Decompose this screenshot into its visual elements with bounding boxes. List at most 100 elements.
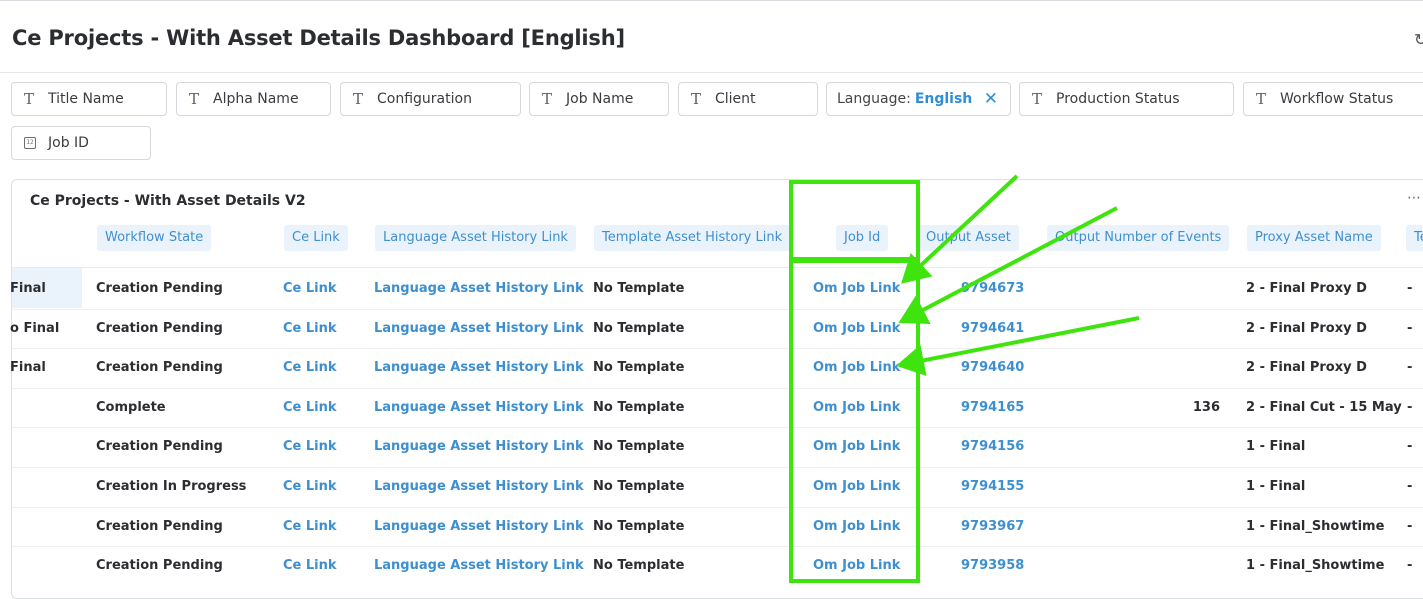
cell-partial: - xyxy=(1407,360,1413,375)
cell-template-asset-history-link: No Template xyxy=(593,281,685,296)
filter-job-id[interactable]: 12 Job ID xyxy=(11,126,151,160)
cell-partial: - xyxy=(1407,439,1413,454)
cell-workflow-state: Creation Pending xyxy=(96,519,223,534)
cell-ce-link[interactable]: Ce Link xyxy=(283,321,337,337)
column-header-workflow-state[interactable]: Workflow State xyxy=(97,225,212,251)
filter-label: Production Status xyxy=(1056,91,1180,107)
clear-filter-icon[interactable]: ✕ xyxy=(984,89,998,109)
cell-partial: - xyxy=(1407,281,1413,296)
cell-partial: - xyxy=(1407,400,1413,415)
more-options-icon[interactable]: ⋯ xyxy=(1407,190,1422,206)
cell-language-asset-history-link[interactable]: Language Asset History Link xyxy=(374,519,584,535)
cell-language-asset-history-link[interactable]: Language Asset History Link xyxy=(374,360,584,376)
cell-language-asset-history-link[interactable]: Language Asset History Link xyxy=(374,479,584,495)
cell-partial: - xyxy=(1407,321,1413,336)
row-divider xyxy=(12,309,1423,310)
column-header-proxy-asset-name[interactable]: Proxy Asset Name xyxy=(1247,225,1381,251)
text-type-icon: T xyxy=(188,90,199,108)
column-header-language-asset-history-link[interactable]: Language Asset History Link xyxy=(375,225,576,251)
cell-template-asset-history-link: No Template xyxy=(593,439,685,454)
share-icon[interactable]: ↻ xyxy=(1414,30,1423,49)
top-border xyxy=(0,0,1423,1)
cell-workflow-state: Creation Pending xyxy=(96,281,223,296)
filter-label: Job ID xyxy=(48,135,89,151)
column-header-partial[interactable]: Te xyxy=(1406,225,1423,251)
cell-template-asset-history-link: No Template xyxy=(593,479,685,494)
cell-ce-link[interactable]: Ce Link xyxy=(283,360,337,376)
cell-workflow-state: Creation Pending xyxy=(96,439,223,454)
cell-workflow-state: Creation Pending xyxy=(96,558,223,573)
filter-configuration[interactable]: T Configuration xyxy=(340,82,521,116)
cell-output-asset[interactable]: 9794673 xyxy=(961,281,1024,297)
filter-label: Alpha Name xyxy=(213,91,299,107)
filter-workflow-status[interactable]: T Workflow Status xyxy=(1243,82,1423,116)
cell-ce-link[interactable]: Ce Link xyxy=(283,479,337,495)
cell-language-asset-history-link[interactable]: Language Asset History Link xyxy=(374,321,584,337)
cell-output-asset[interactable]: 9794156 xyxy=(961,439,1024,455)
row-divider xyxy=(12,388,1423,389)
filter-alpha-name[interactable]: T Alpha Name xyxy=(176,82,331,116)
highlight-box-header xyxy=(789,180,920,261)
cell-output-asset[interactable]: 9794640 xyxy=(961,360,1024,376)
column-header-output-asset[interactable]: Output Asset xyxy=(918,225,1019,251)
cell-proxy-asset-name: 1 - Final_Showtime xyxy=(1246,519,1385,534)
cell-ce-link[interactable]: Ce Link xyxy=(283,400,337,416)
filter-production-status[interactable]: T Production Status xyxy=(1019,82,1234,116)
cell-workflow-state: Creation In Progress xyxy=(96,479,247,494)
cell-title-partial: o Final xyxy=(10,321,60,336)
cell-partial: - xyxy=(1407,479,1413,494)
cell-partial: - xyxy=(1407,519,1413,534)
cell-proxy-asset-name: 2 - Final Proxy D xyxy=(1246,321,1367,336)
cell-title-partial: Final xyxy=(10,281,46,296)
cell-template-asset-history-link: No Template xyxy=(593,400,685,415)
number-type-icon: 12 xyxy=(24,137,36,149)
cell-workflow-state: Creation Pending xyxy=(96,360,223,375)
cell-output-asset[interactable]: 9794165 xyxy=(961,400,1024,416)
cell-template-asset-history-link: No Template xyxy=(593,558,685,573)
cell-proxy-asset-name: 2 - Final Proxy D xyxy=(1246,360,1367,375)
text-type-icon: T xyxy=(352,90,363,108)
filter-label: Job Name xyxy=(566,91,634,107)
highlight-box-column xyxy=(789,259,920,583)
cell-language-asset-history-link[interactable]: Language Asset History Link xyxy=(374,439,584,455)
text-type-icon: T xyxy=(690,90,701,108)
filter-language-label: Language: xyxy=(837,91,911,107)
cell-output-asset[interactable]: 9793958 xyxy=(961,558,1024,574)
filter-label: Workflow Status xyxy=(1280,91,1394,107)
cell-output-asset[interactable]: 9793967 xyxy=(961,519,1024,535)
cell-template-asset-history-link: No Template xyxy=(593,321,685,336)
cell-language-asset-history-link[interactable]: Language Asset History Link xyxy=(374,400,584,416)
column-header-output-number-of-events[interactable]: Output Number of Events xyxy=(1047,225,1230,251)
cell-language-asset-history-link[interactable]: Language Asset History Link xyxy=(374,281,584,297)
column-header-template-asset-history-link[interactable]: Template Asset History Link xyxy=(594,225,791,251)
column-header-ce-link[interactable]: Ce Link xyxy=(284,225,348,251)
cell-ce-link[interactable]: Ce Link xyxy=(283,439,337,455)
row-divider xyxy=(12,507,1423,508)
cell-template-asset-history-link: No Template xyxy=(593,360,685,375)
filter-title-name[interactable]: T Title Name xyxy=(11,82,167,116)
cell-output-number-of-events: 136 xyxy=(1192,400,1220,415)
filter-label: Client xyxy=(715,91,756,107)
cell-ce-link[interactable]: Ce Link xyxy=(283,558,337,574)
dashboard-title: Ce Projects - With Asset Details Dashboa… xyxy=(12,26,625,50)
text-type-icon: T xyxy=(541,90,552,108)
cell-ce-link[interactable]: Ce Link xyxy=(283,519,337,535)
cell-output-asset[interactable]: 9794155 xyxy=(961,479,1024,495)
filter-language[interactable]: Language: English ✕ xyxy=(826,82,1011,116)
filter-job-name[interactable]: T Job Name xyxy=(529,82,669,116)
cell-language-asset-history-link[interactable]: Language Asset History Link xyxy=(374,558,584,574)
cell-ce-link[interactable]: Ce Link xyxy=(283,281,337,297)
cell-workflow-state: Complete xyxy=(96,400,166,415)
cell-proxy-asset-name: 1 - Final xyxy=(1246,439,1306,454)
filter-client[interactable]: T Client xyxy=(678,82,818,116)
cell-output-asset[interactable]: 9794641 xyxy=(961,321,1024,337)
filter-label: Title Name xyxy=(48,91,124,107)
cell-workflow-state: Creation Pending xyxy=(96,321,223,336)
text-type-icon: T xyxy=(1031,90,1042,108)
cell-title-partial: Final xyxy=(10,360,46,375)
cell-partial: - xyxy=(1407,558,1413,573)
header-separator xyxy=(0,72,1423,73)
text-type-icon: T xyxy=(23,90,34,108)
cell-proxy-asset-name: 2 - Final Cut - 15 May xyxy=(1246,400,1402,415)
cell-proxy-asset-name: 1 - Final xyxy=(1246,479,1306,494)
